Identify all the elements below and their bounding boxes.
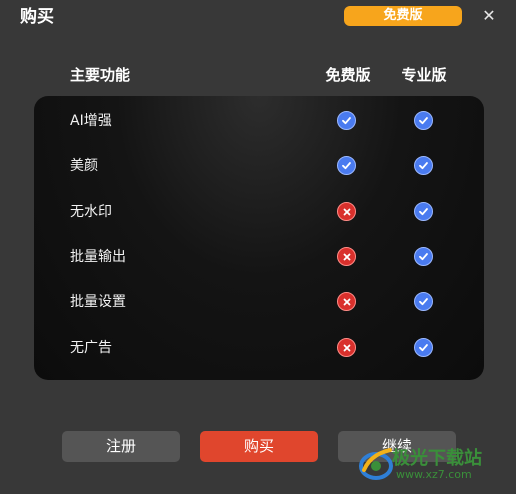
feature-row: 美颜 <box>34 151 484 181</box>
check-icon <box>337 111 356 130</box>
feature-label: AI增强 <box>70 113 112 129</box>
feature-row: 无广告 <box>34 333 484 363</box>
purchase-dialog: 购买 免费版 ✕ 主要功能 免费版 专业版 AI增强 美颜 无水印 批量输出 批… <box>0 0 516 494</box>
feature-label: 无广告 <box>70 340 112 356</box>
check-icon <box>414 292 433 311</box>
feature-label: 无水印 <box>70 204 112 220</box>
feature-row: 批量设置 <box>34 287 484 317</box>
feature-label: 美颜 <box>70 158 98 174</box>
watermark-url: www.xz7.com <box>396 468 472 481</box>
cross-icon <box>337 292 356 311</box>
feature-label: 批量输出 <box>70 249 126 265</box>
header-pro: 专业版 <box>401 66 447 84</box>
check-icon <box>414 202 433 221</box>
check-icon <box>337 156 356 175</box>
feature-row: AI增强 <box>34 106 484 136</box>
cross-icon <box>337 247 356 266</box>
free-version-badge[interactable]: 免费版 <box>344 6 462 26</box>
cross-icon <box>337 202 356 221</box>
header-free: 免费版 <box>325 66 371 84</box>
buy-button[interactable]: 购买 <box>200 431 318 462</box>
feature-label: 批量设置 <box>70 294 126 310</box>
feature-row: 无水印 <box>34 197 484 227</box>
check-icon <box>414 247 433 266</box>
comparison-header: 主要功能 免费版 专业版 <box>0 64 516 86</box>
feature-row: 批量输出 <box>34 242 484 272</box>
register-button[interactable]: 注册 <box>62 431 180 462</box>
continue-button[interactable]: 继续 <box>338 431 456 462</box>
dialog-title: 购买 <box>20 7 54 27</box>
close-icon[interactable]: ✕ <box>480 6 498 26</box>
check-icon <box>414 156 433 175</box>
check-icon <box>414 111 433 130</box>
header-feature: 主要功能 <box>70 66 131 84</box>
cross-icon <box>337 338 356 357</box>
feature-comparison-panel: AI增强 美颜 无水印 批量输出 批量设置 无广告 <box>34 96 484 380</box>
check-icon <box>414 338 433 357</box>
